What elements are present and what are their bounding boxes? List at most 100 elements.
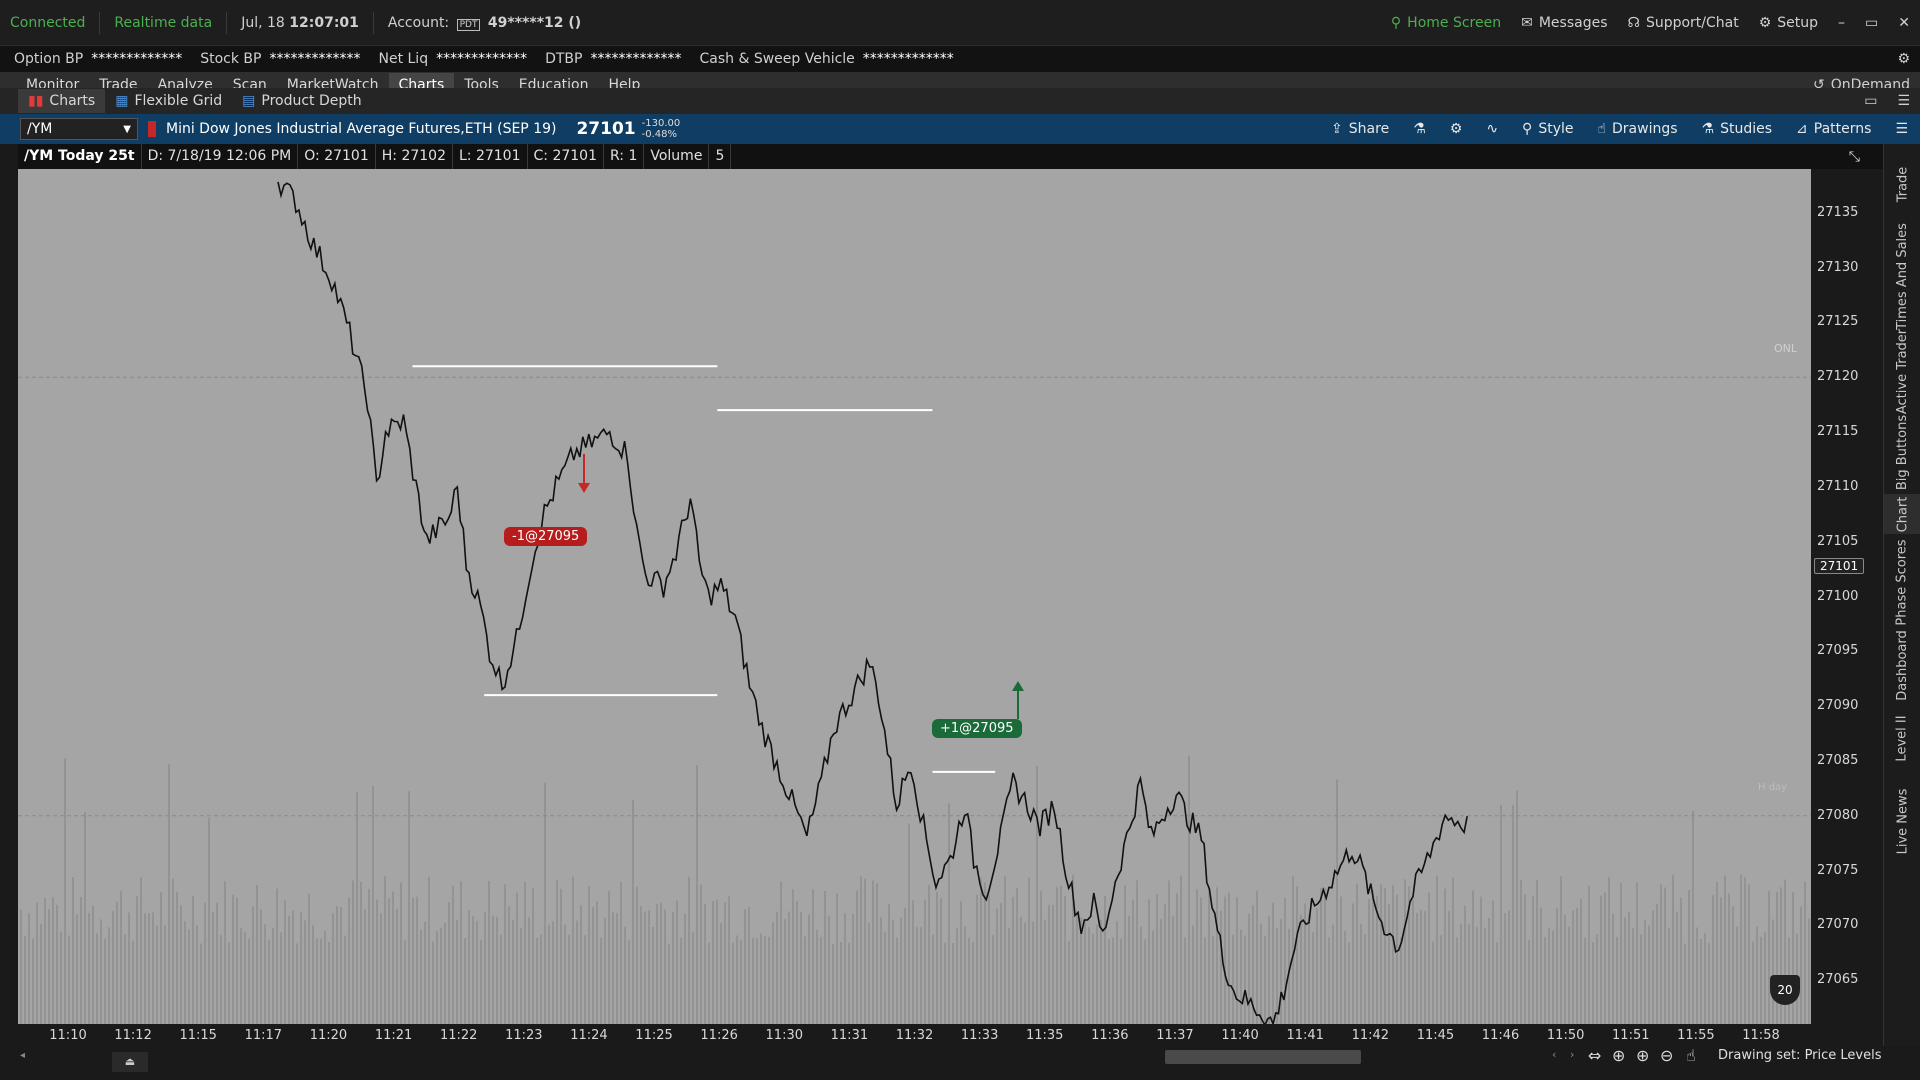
side-tab-dashboard[interactable]: Dashboard [1884,628,1920,702]
volume-bar [600,937,602,1024]
volume-bar [100,919,102,1024]
volume-bar [804,936,806,1024]
volume-bar [360,881,362,1024]
volume-bar [292,910,294,1024]
volume-bar [1320,887,1322,1024]
volume-bar [1000,903,1002,1024]
style-button[interactable]: ⚲ Style [1510,114,1585,144]
volume-bar [1644,919,1646,1024]
toolbar-menu-icon[interactable]: ☰ [1883,114,1920,144]
side-tab-times-and-sales[interactable]: Times And Sales [1884,223,1920,330]
volume-bar [288,915,290,1024]
chart-type-button[interactable]: ∿ [1474,114,1510,144]
volume-bar [72,877,74,1024]
bp-settings-gear-icon[interactable]: ⚙ [1887,51,1920,67]
side-tab-chart[interactable]: Chart [1884,494,1920,534]
volume-bar [460,881,462,1024]
volume-bar [24,935,26,1024]
bp-label[interactable]: Option BP [0,51,87,67]
menu-list-icon[interactable]: ☰ [1887,93,1920,109]
volume-bar [1652,910,1654,1024]
layout-toggle-icon[interactable]: ▭ [1854,93,1887,109]
buy-order-tag[interactable]: +1@27095 [932,719,1022,738]
volume-bar [1092,933,1094,1024]
pan-icon[interactable]: ⇔ [1588,1046,1601,1065]
collapse-expand-icon[interactable]: ⤡ [1849,149,1860,165]
side-tab-trade[interactable]: Trade [1884,154,1920,214]
sell-order-tag[interactable]: -1@27095 [504,527,588,546]
top-status-bar: Connected Realtime data Jul, 18 12:07:01… [0,0,1920,46]
messages-button[interactable]: ✉ Messages [1511,15,1617,31]
drawings-button[interactable]: ☝ Drawings [1585,114,1689,144]
volume-bar [1556,908,1558,1024]
volume-bar [584,935,586,1024]
volume-bar [680,937,682,1024]
hand-tool-icon[interactable]: ☝ [1686,1046,1696,1065]
bp-label[interactable]: Net Liq [364,51,432,67]
scroll-left-icon[interactable]: ◂ [20,1050,25,1061]
volume-bar [248,938,250,1024]
zoom-in-icon[interactable]: ⊕ [1636,1046,1649,1065]
studies-button[interactable]: ⚗ Studies [1690,114,1785,144]
side-tab-level-ii[interactable]: Level II [1884,706,1920,770]
volume-bar [1496,942,1498,1024]
link-color-icon[interactable] [148,121,156,137]
date-display[interactable]: Jul, 18 12:07:01 [231,15,369,31]
price-axis[interactable]: 27135 27130 27125 27120 27115 27110 27105 27100… [1811,169,1883,1024]
collapse-panel-button[interactable]: ⏏ [112,1052,148,1072]
bp-label[interactable]: Cash & Sweep Vehicle [685,51,858,67]
flask-button[interactable]: ⚗ [1401,114,1438,144]
bp-label[interactable]: Stock BP [186,51,265,67]
volume-bar [1428,892,1430,1024]
side-tab-phase-scores[interactable]: Phase Scores [1884,539,1920,625]
chart-settings-button[interactable]: ⚙ [1438,114,1475,144]
horizontal-scrollbar[interactable] [1165,1050,1361,1064]
tab-product-depth[interactable]: ▤ Product Depth [232,89,371,113]
volume-bar [468,910,470,1024]
support-chat-button[interactable]: ☊ Support/Chat [1618,15,1749,31]
setup-button[interactable]: ⚙ Setup [1749,15,1828,31]
price-chart[interactable]: -1@27095 +1@27095 ONL H day 20 [18,169,1811,1024]
volume-bar [660,902,662,1024]
data-feed-status[interactable]: Realtime data [104,15,222,31]
volume-bar [1240,929,1242,1024]
chevron-down-icon[interactable]: ▼ [123,124,131,135]
share-button[interactable]: ⇪ Share [1319,114,1401,144]
volume-bar [1284,897,1286,1024]
volume-bar [1540,907,1542,1024]
tab-flexible-grid[interactable]: ▦ Flexible Grid [105,89,232,113]
home-screen-button[interactable]: ⚲ Home Screen [1381,15,1511,31]
crosshair-icon[interactable]: ⊕ [1612,1046,1625,1065]
volume-bar [1200,897,1202,1024]
tab-flexible-grid-label: Flexible Grid [134,93,223,109]
maximize-button[interactable]: ▭ [1855,15,1888,31]
volume-bar [1520,879,1522,1024]
account-selector[interactable]: Account: PDT 49*****12 () [378,15,591,31]
bp-label[interactable]: DTBP [531,51,586,67]
time-axis[interactable]: 11:10 11:12 11:15 11:17 11:20 11:21 11:22 11:23… [18,1024,1811,1046]
minimize-button[interactable]: – [1828,15,1855,31]
close-button[interactable]: ✕ [1888,15,1920,31]
drawing-set-label[interactable]: Drawing set: Price Levels [1718,1048,1882,1063]
side-tab-big-buttons[interactable]: Big Buttons [1884,412,1920,492]
volume-bar [1548,928,1550,1024]
scroll-right-arrow-icon[interactable]: › [1570,1048,1574,1061]
volume-bar [968,937,970,1024]
patterns-button[interactable]: ⊿ Patterns [1784,114,1883,144]
side-tab-live-news[interactable]: Live News [1884,784,1920,858]
volume-bar [1260,923,1262,1024]
volume-bar [396,908,398,1024]
tab-charts[interactable]: ▮▮ Charts [18,89,106,113]
side-tab-label: Active Trader [1895,328,1910,414]
scroll-left-arrow-icon[interactable]: ‹ [1552,1048,1556,1061]
volume-bar [504,884,506,1024]
chart-canvas[interactable] [18,169,1811,1024]
side-tab-label: Dashboard [1895,629,1910,701]
volume-bar [1508,910,1510,1024]
symbol-input[interactable]: /YM ▼ [20,118,138,140]
zoom-out-icon[interactable]: ⊖ [1660,1046,1673,1065]
side-tab-active-trader[interactable]: Active Trader [1884,326,1920,416]
volume-bar [532,887,534,1024]
ohlc-field[interactable]: /YM Today 25t [18,144,142,169]
volume-bar [1040,890,1042,1024]
